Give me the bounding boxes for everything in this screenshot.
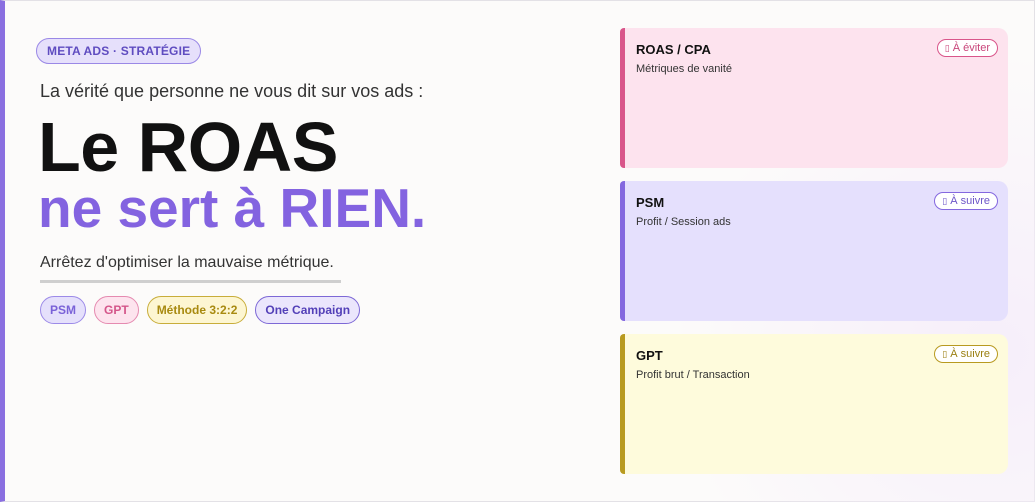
tag-one-campaign: One Campaign <box>255 296 361 324</box>
status-label: À éviter <box>952 42 990 54</box>
card-description: Profit / Session ads <box>636 216 731 228</box>
status-badge: ▯ À éviter <box>936 39 998 57</box>
card-description: Profit brut / Transaction <box>636 369 750 381</box>
metric-card-psm: PSM Profit / Session ads ▯ À suivre <box>620 181 1008 321</box>
hero-section: META ADS · STRATÉGIE La vérité que perso… <box>36 38 596 324</box>
tag-list: PSM GPT Méthode 3:2:2 One Campaign <box>40 296 596 324</box>
headline-line-1: Le ROAS <box>38 108 338 186</box>
status-badge: ▯ À suivre <box>934 192 998 210</box>
subtitle: Arrêtez d'optimiser la mauvaise métrique… <box>40 254 334 271</box>
status-label: À suivre <box>950 195 990 207</box>
status-label: À suivre <box>950 348 990 360</box>
tag-gpt: GPT <box>94 296 139 324</box>
tag-methode: Méthode 3:2:2 <box>146 296 248 324</box>
headline-line-2: ne sert à RIEN. <box>38 177 427 239</box>
divider-rule <box>40 280 341 283</box>
missing-glyph-icon: ▯ <box>942 197 948 207</box>
status-badge: ▯ À suivre <box>934 345 998 363</box>
tag-psm: PSM <box>40 296 87 324</box>
category-badge: META ADS · STRATÉGIE <box>36 38 202 64</box>
missing-glyph-icon: ▯ <box>944 44 950 54</box>
missing-glyph-icon: ▯ <box>942 350 948 360</box>
metric-card-roas: ROAS / CPA Métriques de vanité ▯ À éviter <box>620 28 1008 168</box>
kicker-text: La vérité que personne ne vous dit sur v… <box>40 81 424 101</box>
card-description: Métriques de vanité <box>636 63 732 75</box>
metric-card-gpt: GPT Profit brut / Transaction ▯ À suivre <box>620 334 1008 474</box>
